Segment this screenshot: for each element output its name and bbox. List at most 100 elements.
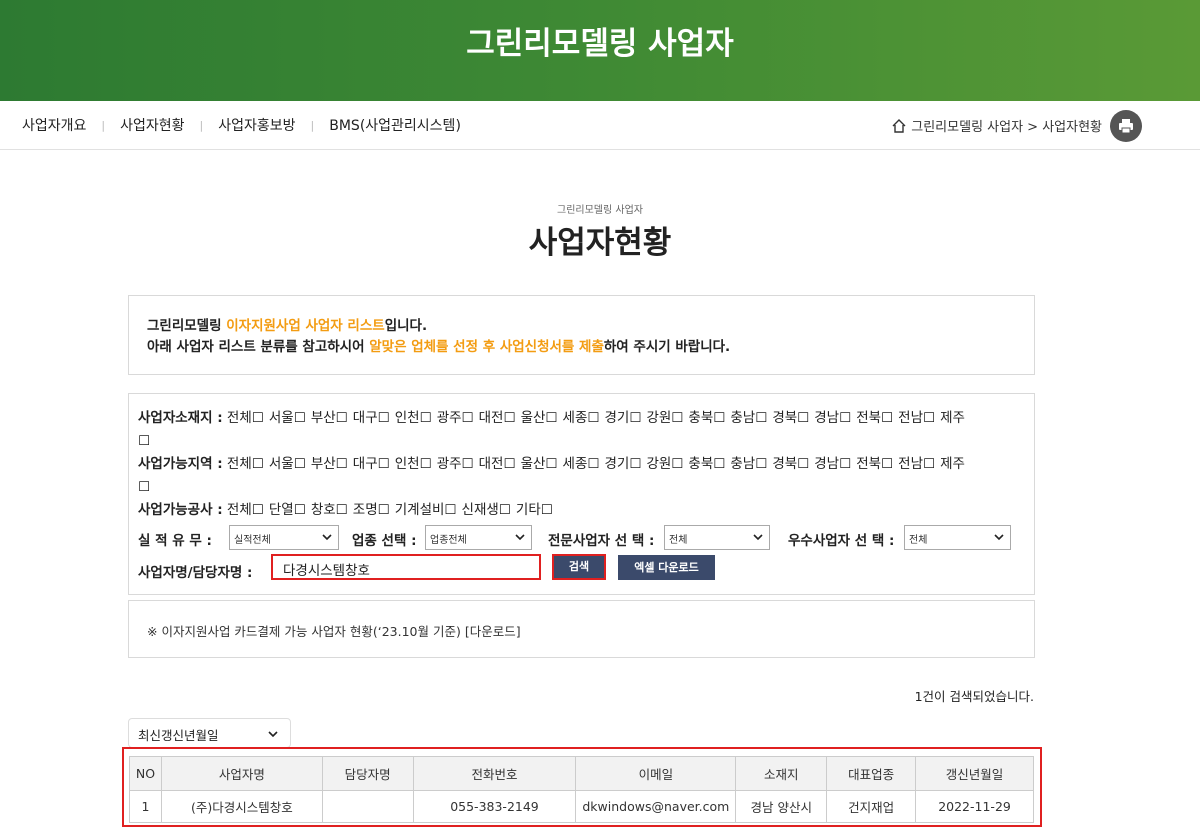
notice-text: 그린리모델링 (147, 318, 227, 334)
checkbox-option[interactable]: 부산☐ (311, 453, 348, 476)
home-icon[interactable] (891, 118, 907, 134)
breadcrumb-text: 그린리모델링 사업자 > 사업자현황 (911, 120, 1102, 135)
result-count: 1건이 검색되었습니다. (914, 689, 1034, 704)
excellent-label: 우수사업자 선 택 : (788, 533, 895, 549)
checkbox-option[interactable]: 세종☐ (563, 453, 600, 476)
name-label: 사업자명/담당자명 : (138, 565, 253, 581)
table-row[interactable]: 1 (주)다경시스템창호 055-383-2149 dkwindows@nave… (129, 790, 1034, 823)
checkbox-option[interactable]: 충북☐ (688, 407, 725, 430)
notice-box: 그린리모델링 이자지원사업 사업자 리스트입니다. 아래 사업자 리스트 분류를… (128, 295, 1035, 375)
top-nav: 사업자개요 | 사업자현황 | 사업자홍보방 | BMS(사업관리시스템) 그린… (0, 101, 1200, 150)
checkbox-option[interactable]: 기계설비☐ (395, 499, 457, 522)
checkbox-option[interactable]: 대전☐ (479, 453, 516, 476)
notice-text: 하여 주시기 바랍니다. (603, 339, 731, 355)
checkbox-option[interactable]: 경기☐ (605, 407, 642, 430)
select-row: 실 적 유 무 : 실적전체 업종 선택 : 업종전체 전문사업자 선 택 : … (138, 525, 1025, 553)
checkbox-option[interactable]: 제주 (940, 453, 965, 476)
column-header: 전화번호 (412, 756, 577, 791)
checkbox-option[interactable]: 충남☐ (730, 407, 767, 430)
checkbox-option[interactable]: 세종☐ (563, 407, 600, 430)
business-type-select[interactable]: 업종전체 (425, 525, 532, 550)
checkbox-option[interactable]: 경남☐ (814, 453, 851, 476)
name-search-input[interactable]: 다경시스템창호 (271, 554, 541, 580)
region-filter: 사업가능지역 : 전체☐ 서울☐ 부산☐ 대구☐ 인천☐ 광주☐ 대전☐ 울산☐ 세종☐ 경기☐ 강… (138, 453, 1025, 499)
checkbox-option[interactable]: 충남☐ (730, 453, 767, 476)
performance-select[interactable]: 실적전체 (229, 525, 339, 550)
results-table: NO 사업자명 담당자명 전화번호 이메일 소재지 대표업종 갱신년월일 1 (… (129, 756, 1034, 823)
notice-line-2: 아래 사업자 리스트 분류를 참고하시어 알맞은 업체를 선정 후 사업신청서를… (147, 337, 1016, 358)
checkbox-option[interactable]: 울산☐ (521, 407, 558, 430)
nav-item-bms[interactable]: BMS(사업관리시스템) (329, 115, 461, 135)
table-cell: 1 (129, 790, 162, 823)
printer-icon (1119, 119, 1133, 134)
column-header: 소재지 (735, 756, 828, 791)
checkbox-option[interactable]: 전북☐ (856, 453, 893, 476)
checkbox-option[interactable]: 경북☐ (772, 453, 809, 476)
nav-item-overview[interactable]: 사업자개요 (22, 115, 86, 135)
checkbox-option[interactable]: 전북☐ (856, 407, 893, 430)
nav-item-status[interactable]: 사업자현황 (120, 115, 184, 135)
checkbox-option[interactable]: 강원☐ (646, 407, 683, 430)
checkbox-option[interactable]: 창호☐ (311, 499, 348, 522)
checkbox-option[interactable]: 경북☐ (772, 407, 809, 430)
checkbox-option[interactable]: ☐ (138, 430, 150, 453)
nav-separator: | (101, 118, 106, 132)
column-header: NO (129, 756, 162, 791)
work-label: 사업가능공사 : (138, 502, 223, 518)
expert-label: 전문사업자 선 택 : (548, 533, 655, 549)
sort-select[interactable]: 최신갱신년월일 (128, 718, 291, 748)
checkbox-option[interactable]: 강원☐ (646, 453, 683, 476)
table-cell[interactable]: (주)다경시스템창호 (160, 790, 323, 823)
checkbox-option[interactable]: 광주☐ (437, 453, 474, 476)
table-header-row: NO 사업자명 담당자명 전화번호 이메일 소재지 대표업종 갱신년월일 (129, 756, 1034, 791)
checkbox-option[interactable]: 서울☐ (269, 453, 306, 476)
checkbox-option[interactable]: 신재생☐ (462, 499, 511, 522)
expert-select[interactable]: 전체 (664, 525, 770, 550)
checkbox-option[interactable]: 전남☐ (898, 407, 935, 430)
checkbox-option[interactable]: 광주☐ (437, 407, 474, 430)
print-button[interactable] (1110, 110, 1142, 142)
table-cell: 경남 양산시 (735, 790, 828, 823)
column-header: 대표업종 (826, 756, 917, 791)
checkbox-option[interactable]: 대전☐ (479, 407, 516, 430)
nav-item-promo[interactable]: 사업자홍보방 (218, 115, 295, 135)
chevron-down-icon (515, 534, 525, 541)
business-type-select-value: 업종전체 (430, 535, 467, 546)
checkbox-option[interactable]: 전체☐ (227, 453, 264, 476)
checkbox-option[interactable]: 충북☐ (688, 453, 725, 476)
checkbox-option[interactable]: 전체☐ (227, 499, 264, 522)
checkbox-option[interactable]: 대구☐ (353, 453, 390, 476)
checkbox-option[interactable]: 전남☐ (898, 453, 935, 476)
nav-menu: 사업자개요 | 사업자현황 | 사업자홍보방 | BMS(사업관리시스템) (22, 115, 461, 135)
excel-download-button[interactable]: 엑셀 다운로드 (618, 555, 715, 580)
checkbox-option[interactable]: 인천☐ (395, 453, 432, 476)
expert-select-value: 전체 (669, 535, 688, 546)
checkbox-option[interactable]: 서울☐ (269, 407, 306, 430)
download-link[interactable]: [다운로드] (465, 624, 521, 639)
notice-text: 아래 사업자 리스트 분류를 참고하시어 (147, 339, 370, 355)
column-header: 이메일 (575, 756, 737, 791)
chevron-down-icon (753, 534, 763, 541)
table-cell: dkwindows@naver.com (575, 790, 737, 823)
checkbox-option[interactable]: 울산☐ (521, 453, 558, 476)
checkbox-option[interactable]: 인천☐ (395, 407, 432, 430)
checkbox-option[interactable]: 부산☐ (311, 407, 348, 430)
checkbox-option[interactable]: 전체☐ (227, 407, 264, 430)
checkbox-option[interactable]: 단열☐ (269, 499, 306, 522)
name-search-row: 사업자명/담당자명 : 다경시스템창호 검색 엑셀 다운로드 (138, 553, 1025, 585)
checkbox-option[interactable]: 기타☐ (516, 499, 553, 522)
checkbox-option[interactable]: 제주 (940, 407, 965, 430)
excellent-select[interactable]: 전체 (904, 525, 1011, 550)
business-type-label: 업종 선택 : (352, 533, 417, 549)
results-table-wrapper: NO 사업자명 담당자명 전화번호 이메일 소재지 대표업종 갱신년월일 1 (… (122, 747, 1042, 827)
checkbox-option[interactable]: 경남☐ (814, 407, 851, 430)
checkbox-option[interactable]: 조명☐ (353, 499, 390, 522)
region-label: 사업가능지역 : (138, 456, 223, 472)
page-title: 사업자현황 (528, 225, 672, 261)
search-button[interactable]: 검색 (552, 554, 606, 580)
checkbox-option[interactable]: ☐ (138, 476, 150, 499)
checkbox-option[interactable]: 대구☐ (353, 407, 390, 430)
header-banner: 그린리모델링 사업자 (0, 0, 1200, 101)
checkbox-option[interactable]: 경기☐ (605, 453, 642, 476)
search-filter-box: 사업자소재지 : 전체☐ 서울☐ 부산☐ 대구☐ 인천☐ 광주☐ 대전☐ 울산☐ 세종☐ 경기☐ 강… (128, 393, 1035, 595)
